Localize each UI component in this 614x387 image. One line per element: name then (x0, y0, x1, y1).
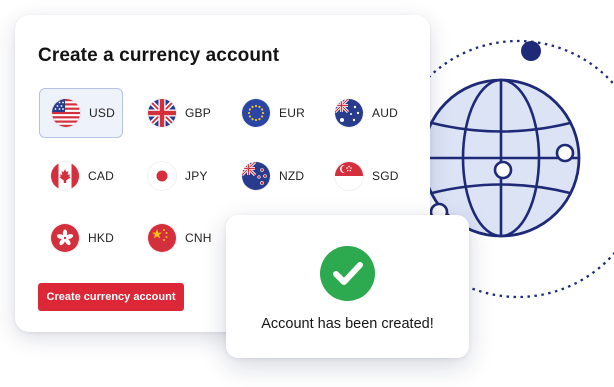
currency-option-eur[interactable]: EUR (230, 90, 305, 136)
globe-node (493, 160, 513, 180)
au-flag-icon (335, 99, 363, 127)
currency-code: CAD (88, 169, 114, 183)
currency-code: EUR (279, 106, 305, 120)
hk-flag-icon (51, 224, 79, 252)
currency-option-usd[interactable]: USD (39, 88, 123, 138)
currency-option-nzd[interactable]: NZD (230, 153, 304, 199)
currency-option-aud[interactable]: AUD (323, 90, 398, 136)
currency-option-cnh[interactable]: CNH (136, 215, 212, 261)
success-toast: Account has been created! (226, 215, 469, 358)
toast-message: Account has been created! (261, 316, 434, 332)
eu-flag-icon (242, 99, 270, 127)
orbit-dot (521, 41, 541, 61)
currency-option-jpy[interactable]: JPY (136, 153, 208, 199)
create-currency-account-button[interactable]: Create currency account (38, 283, 184, 311)
us-flag-icon (52, 99, 80, 127)
currency-code: GBP (185, 106, 211, 120)
currency-code: CNH (185, 231, 212, 245)
cn-flag-icon (148, 224, 176, 252)
ca-flag-icon (51, 162, 79, 190)
currency-option-gbp[interactable]: GBP (136, 90, 211, 136)
currency-code: USD (89, 106, 115, 120)
orbit-node (555, 143, 575, 163)
uk-flag-icon (148, 99, 176, 127)
card-title: Create a currency account (38, 45, 280, 66)
currency-code: HKD (88, 231, 114, 245)
currency-code: NZD (279, 169, 305, 183)
currency-option-cad[interactable]: CAD (39, 153, 114, 199)
currency-code: JPY (185, 169, 208, 183)
currency-option-sgd[interactable]: SGD (323, 153, 399, 199)
nz-flag-icon (242, 162, 270, 190)
currency-code: SGD (372, 169, 399, 183)
checkmark-icon (320, 246, 375, 301)
sg-flag-icon (335, 162, 363, 190)
jp-flag-icon (148, 162, 176, 190)
currency-option-hkd[interactable]: HKD (39, 215, 114, 261)
currency-code: AUD (372, 106, 398, 120)
